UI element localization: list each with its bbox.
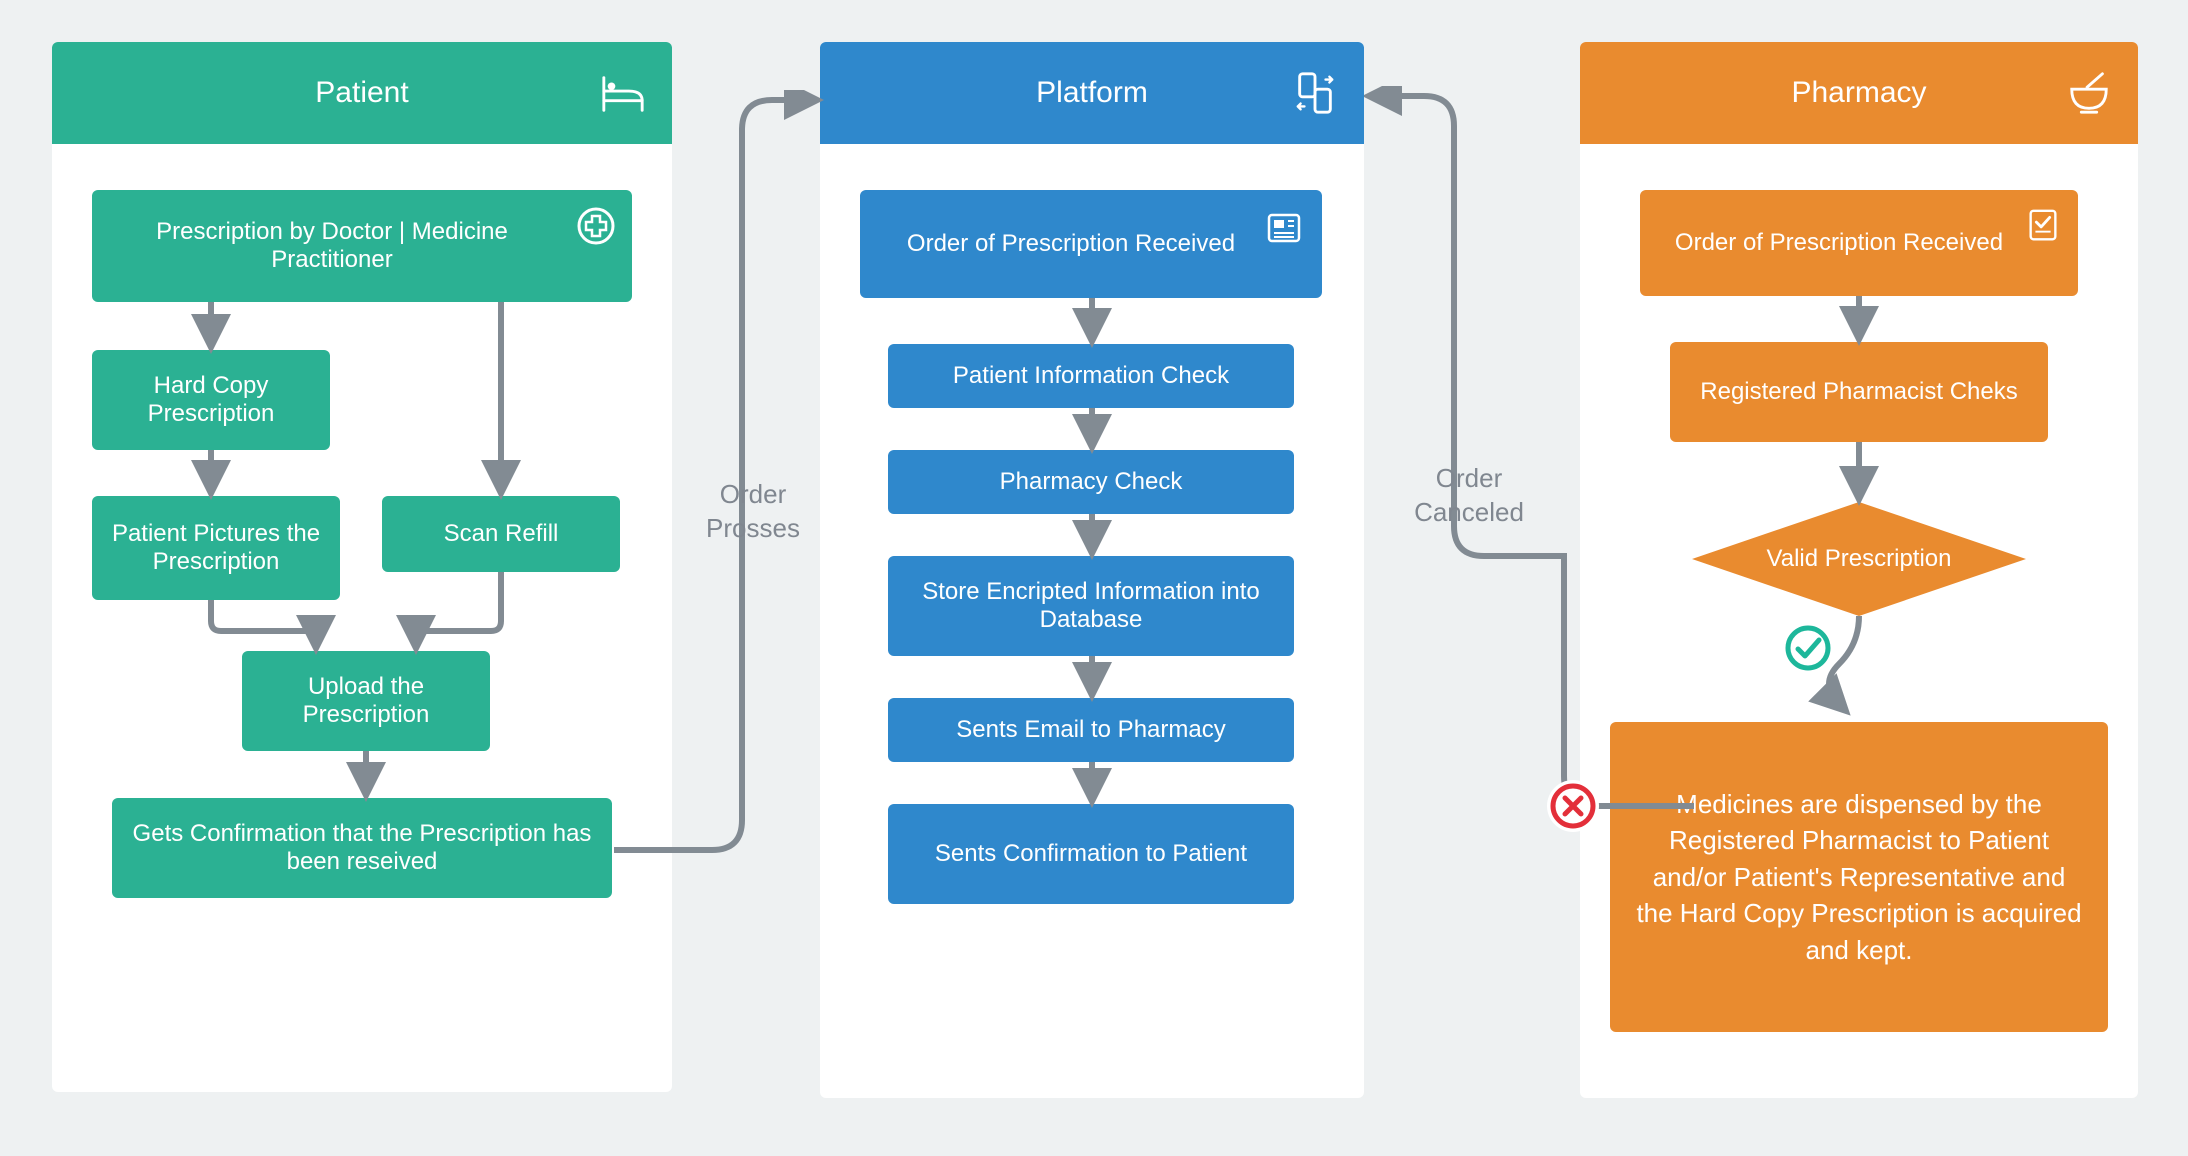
- pharmacy-column: Pharmacy Order of Prescription Received …: [1580, 42, 2138, 1098]
- mortar-pestle-icon: [2066, 70, 2112, 116]
- pharmacy-header: Pharmacy: [1580, 42, 2138, 144]
- patient-hardcopy-label: Hard Copy Prescription: [110, 372, 312, 428]
- platform-email-label: Sents Email to Pharmacy: [956, 716, 1225, 744]
- patient-prescription-label: Prescription by Doctor | Medicine Practi…: [110, 218, 614, 274]
- document-check-icon: [2024, 206, 2062, 244]
- platform-email-box: Sents Email to Pharmacy: [888, 698, 1294, 762]
- pharmacy-checks-box: Registered Pharmacist Cheks: [1670, 342, 2048, 442]
- patient-upload-box: Upload the Prescription: [242, 651, 490, 751]
- patient-prescription-box: Prescription by Doctor | Medicine Practi…: [92, 190, 632, 302]
- cancel-x-icon: [1547, 780, 1599, 832]
- patient-upload-label: Upload the Prescription: [260, 673, 472, 729]
- platform-header: Platform: [820, 42, 1364, 144]
- pharmacy-header-title: Pharmacy: [1791, 76, 1926, 110]
- patient-confirm-box: Gets Confirmation that the Prescription …: [112, 798, 612, 898]
- patient-column: Patient Prescription by Doctor | Medicin…: [52, 42, 672, 1092]
- platform-info-label: Patient Information Check: [953, 362, 1229, 390]
- platform-received-box: Order of Prescription Received: [860, 190, 1322, 298]
- edge-order-prosses-label: Order Prosses: [688, 478, 818, 546]
- pharmacy-checks-label: Registered Pharmacist Cheks: [1700, 378, 2017, 406]
- platform-column: Platform Order of Prescription Received: [820, 42, 1364, 1098]
- platform-info-box: Patient Information Check: [888, 344, 1294, 408]
- platform-received-label: Order of Prescription Received: [907, 230, 1275, 258]
- patient-scanrefill-box: Scan Refill: [382, 496, 620, 572]
- bed-icon: [600, 70, 646, 116]
- platform-confirm-label: Sents Confirmation to Patient: [935, 840, 1247, 868]
- valid-check-icon: [1782, 622, 1834, 674]
- pharmacy-dispensed-box: Medicines are dispensed by the Registere…: [1610, 722, 2108, 1032]
- patient-hardcopy-box: Hard Copy Prescription: [92, 350, 330, 450]
- platform-confirm-box: Sents Confirmation to Patient: [888, 804, 1294, 904]
- patient-header-title: Patient: [315, 76, 408, 110]
- platform-pharmacy-label: Pharmacy Check: [1000, 468, 1183, 496]
- newspaper-icon: [1264, 208, 1304, 248]
- patient-scanrefill-label: Scan Refill: [444, 520, 559, 548]
- platform-header-title: Platform: [1036, 76, 1148, 110]
- patient-header: Patient: [52, 42, 672, 144]
- pharmacy-received-label: Order of Prescription Received: [1675, 229, 2043, 257]
- patient-confirm-label: Gets Confirmation that the Prescription …: [130, 820, 594, 876]
- edge-order-canceled-label: Order Canceled: [1394, 462, 1544, 530]
- platform-store-box: Store Encripted Information into Databas…: [888, 556, 1294, 656]
- platform-pharmacy-box: Pharmacy Check: [888, 450, 1294, 514]
- pharmacy-valid-diamond: Valid Prescription: [1692, 502, 2026, 616]
- medical-cross-icon: [576, 206, 616, 246]
- patient-pictures-label: Patient Pictures the Prescription: [110, 520, 322, 576]
- pharmacy-valid-label: Valid Prescription: [1767, 545, 1952, 573]
- devices-exchange-icon: [1292, 70, 1338, 116]
- pharmacy-dispensed-label: Medicines are dispensed by the Registere…: [1632, 786, 2086, 968]
- pharmacy-received-box: Order of Prescription Received: [1640, 190, 2078, 296]
- platform-store-label: Store Encripted Information into Databas…: [906, 578, 1276, 634]
- patient-pictures-box: Patient Pictures the Prescription: [92, 496, 340, 600]
